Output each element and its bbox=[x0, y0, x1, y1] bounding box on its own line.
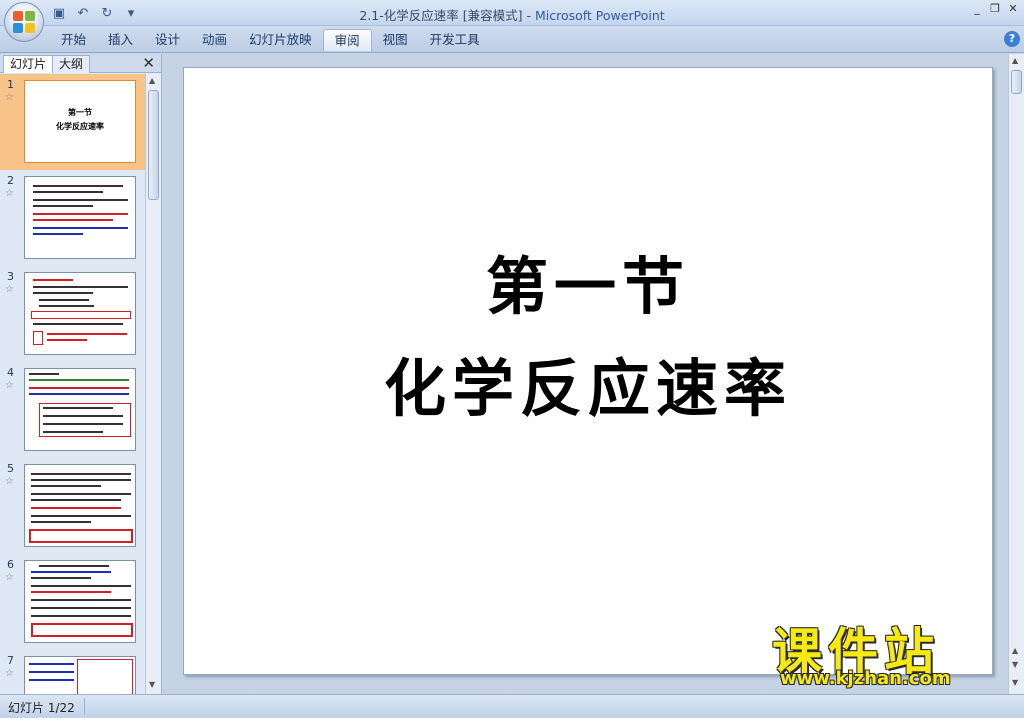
thumbnail-number: 3 bbox=[7, 270, 14, 283]
slide-counter: 幻灯片 1/22 bbox=[8, 701, 75, 715]
animation-star-icon: ☆ bbox=[5, 380, 14, 391]
thumbnail-image bbox=[24, 464, 136, 547]
tab-home[interactable]: 开始 bbox=[50, 29, 97, 51]
scroll-down-icon[interactable]: ▼ bbox=[1012, 678, 1018, 687]
slides-pane: 幻灯片 大纲 ✕ 1 ☆ 第一节 化学反应速率 2 ☆ 3 ☆ 4 ☆ 5 ☆ … bbox=[0, 54, 162, 694]
office-button[interactable] bbox=[4, 2, 44, 42]
animation-star-icon: ☆ bbox=[5, 572, 14, 583]
thumbnail-image bbox=[24, 176, 136, 259]
tab-slides[interactable]: 幻灯片 bbox=[3, 55, 54, 73]
thumbnail-number: 5 bbox=[7, 462, 14, 475]
minimize-button[interactable]: _ bbox=[970, 2, 984, 16]
close-button[interactable]: ✕ bbox=[1006, 2, 1020, 16]
thumbnail-number: 6 bbox=[7, 558, 14, 571]
thumbnail-list: 1 ☆ 第一节 化学反应速率 2 ☆ 3 ☆ 4 ☆ 5 ☆ 6 ☆ 7 ☆ bbox=[0, 74, 145, 694]
slide-subheading[interactable]: 化学反应速率 bbox=[184, 338, 992, 428]
tab-insert[interactable]: 插入 bbox=[97, 29, 144, 51]
animation-star-icon: ☆ bbox=[5, 476, 14, 487]
thumbnail-image bbox=[24, 560, 136, 643]
scroll-thumb[interactable] bbox=[148, 90, 159, 200]
status-divider bbox=[84, 698, 85, 715]
scroll-down-icon[interactable]: ▼ bbox=[149, 680, 155, 689]
tab-view[interactable]: 视图 bbox=[372, 29, 419, 51]
help-icon[interactable]: ? bbox=[1004, 31, 1020, 47]
thumbnail-slide-1[interactable]: 1 ☆ 第一节 化学反应速率 bbox=[0, 74, 145, 170]
ribbon-tabs: 开始 插入 设计 动画 幻灯片放映 审阅 视图 开发工具 bbox=[50, 29, 491, 51]
office-logo-icon bbox=[13, 11, 35, 33]
tab-slide-show[interactable]: 幻灯片放映 bbox=[238, 29, 323, 51]
tab-review[interactable]: 审阅 bbox=[322, 29, 372, 51]
window-controls: _ ❐ ✕ bbox=[970, 2, 1020, 16]
thumbnail-slide-4[interactable]: 4 ☆ bbox=[0, 362, 145, 458]
title-bar: ▣ ↶ ↻ ▾ 2.1-化学反应速率 [兼容模式] - Microsoft Po… bbox=[0, 0, 1024, 26]
tab-design[interactable]: 设计 bbox=[144, 29, 191, 51]
thumbnail-scrollbar[interactable]: ▲ ▼ bbox=[145, 74, 161, 694]
title-separator: - bbox=[522, 8, 535, 23]
restore-button[interactable]: ❐ bbox=[988, 2, 1002, 16]
current-slide[interactable]: 第一节 化学反应速率 bbox=[183, 67, 993, 675]
thumbnail-title: 第一节 bbox=[68, 107, 92, 117]
animation-star-icon: ☆ bbox=[5, 284, 14, 295]
tab-developer[interactable]: 开发工具 bbox=[419, 29, 491, 51]
thumbnail-number: 7 bbox=[7, 654, 14, 667]
thumbnail-slide-6[interactable]: 6 ☆ bbox=[0, 554, 145, 650]
scroll-thumb[interactable] bbox=[1011, 70, 1022, 94]
scroll-up-icon[interactable]: ▲ bbox=[149, 76, 155, 85]
thumbnail-image bbox=[24, 656, 136, 694]
thumbnail-slide-7[interactable]: 7 ☆ bbox=[0, 650, 145, 694]
tab-outline[interactable]: 大纲 bbox=[52, 55, 91, 73]
slide-editor: 第一节 化学反应速率 bbox=[163, 54, 1008, 694]
status-bar: 幻灯片 1/22 bbox=[0, 694, 1024, 718]
animation-star-icon: ☆ bbox=[5, 92, 14, 103]
slide-scrollbar[interactable]: ▲ ▲ ▼ ▼ bbox=[1008, 54, 1024, 694]
animation-star-icon: ☆ bbox=[5, 188, 14, 199]
thumbnail-image: 第一节 化学反应速率 bbox=[24, 80, 136, 163]
thumbnail-number: 1 bbox=[7, 78, 14, 91]
thumbnail-number: 4 bbox=[7, 366, 14, 379]
previous-slide-icon[interactable]: ▲ bbox=[1012, 646, 1018, 655]
close-pane-icon[interactable]: ✕ bbox=[142, 54, 155, 72]
next-slide-icon[interactable]: ▼ bbox=[1012, 660, 1018, 669]
slide-heading[interactable]: 第一节 bbox=[184, 236, 992, 326]
thumbnail-slide-5[interactable]: 5 ☆ bbox=[0, 458, 145, 554]
watermark-url: www.kjzhan.com bbox=[780, 668, 951, 689]
animation-star-icon: ☆ bbox=[5, 668, 14, 679]
pane-tabs: 幻灯片 大纲 ✕ bbox=[0, 54, 161, 73]
ribbon: 开始 插入 设计 动画 幻灯片放映 审阅 视图 开发工具 ? bbox=[0, 26, 1024, 53]
thumbnail-image bbox=[24, 368, 136, 451]
thumbnail-slide-2[interactable]: 2 ☆ bbox=[0, 170, 145, 266]
document-title: 2.1-化学反应速率 [兼容模式] bbox=[359, 8, 523, 23]
window-title: 2.1-化学反应速率 [兼容模式] - Microsoft PowerPoint bbox=[0, 5, 1024, 24]
thumbnail-subtitle: 化学反应速率 bbox=[56, 121, 104, 131]
thumbnail-slide-3[interactable]: 3 ☆ bbox=[0, 266, 145, 362]
app-name: Microsoft PowerPoint bbox=[534, 8, 665, 23]
scroll-up-icon[interactable]: ▲ bbox=[1012, 56, 1018, 65]
tab-animations[interactable]: 动画 bbox=[191, 29, 238, 51]
thumbnail-number: 2 bbox=[7, 174, 14, 187]
thumbnail-image bbox=[24, 272, 136, 355]
